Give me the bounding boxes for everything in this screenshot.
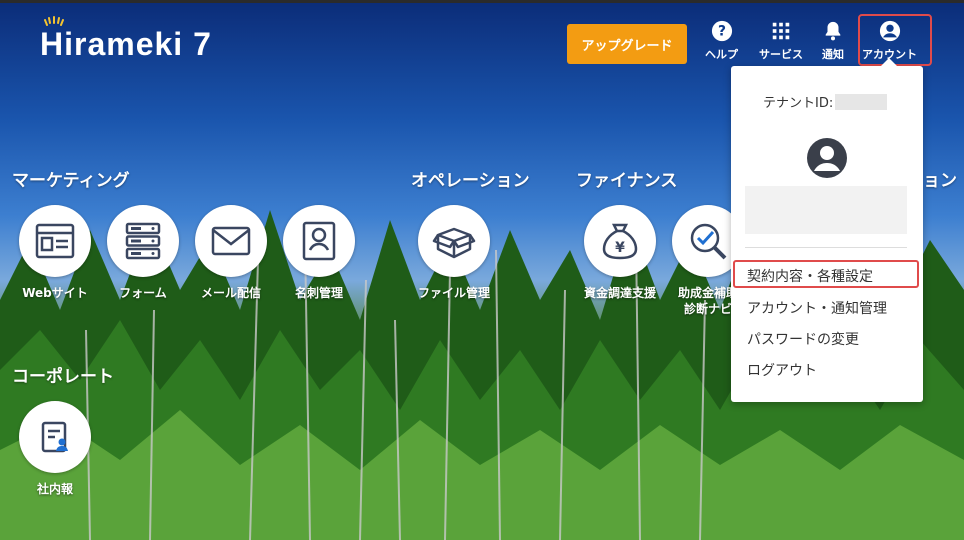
- app-mail[interactable]: メール配信: [186, 205, 276, 301]
- server-stack-icon: [125, 222, 161, 260]
- tenant-id-label: テナントID:: [763, 96, 834, 111]
- app-file[interactable]: ファイル管理: [409, 205, 499, 301]
- section-finance-title: ファイナンス: [576, 171, 678, 191]
- user-name-redacted: [745, 186, 907, 234]
- app-news-circle: [19, 401, 91, 473]
- help-label: ヘルプ: [705, 48, 738, 61]
- hirameki-logo[interactable]: Hirameki 7: [40, 16, 212, 63]
- section-operation-title: オペレーション: [411, 171, 530, 191]
- app-news[interactable]: 社内報: [10, 401, 100, 497]
- svg-text:¥: ¥: [615, 240, 625, 256]
- app-mail-circle: [195, 205, 267, 277]
- app-card-label: 名刺管理: [294, 286, 343, 300]
- id-card-icon: [302, 221, 336, 261]
- window-top-edge: [0, 0, 964, 3]
- app-file-circle: [418, 205, 490, 277]
- grid-icon: [772, 22, 790, 40]
- app-card-circle: [283, 205, 355, 277]
- app-funding[interactable]: ¥ 資金調達支援: [575, 205, 665, 301]
- help-button[interactable]: ? ヘルプ: [705, 20, 738, 66]
- upgrade-button[interactable]: アップグレード: [567, 24, 687, 64]
- app-subsidy-label-line1: 助成金補助: [677, 286, 738, 300]
- app-news-label: 社内報: [36, 482, 73, 496]
- app-subsidy-label: 助成金補助 診断ナビ: [678, 285, 738, 317]
- bell-icon: [825, 21, 841, 41]
- account-dropdown: テナントID: 契約内容・各種設定 アカウント・通知管理 パスワードの変更 ログ…: [731, 58, 923, 402]
- app-card[interactable]: 名刺管理: [274, 205, 364, 301]
- logo-text: Hirameki 7: [40, 26, 212, 62]
- notifications-label: 通知: [822, 48, 844, 61]
- logo-sun-icon: [44, 16, 64, 26]
- section-marketing-title: マーケティング: [12, 171, 130, 191]
- dropdown-divider: [745, 247, 907, 248]
- app-web-circle: [19, 205, 91, 277]
- money-bag-icon: ¥: [602, 223, 638, 260]
- app-form-label: フォーム: [119, 286, 167, 300]
- menu-logout[interactable]: ログアウト: [747, 360, 817, 380]
- tenant-id: テナントID:: [763, 92, 888, 111]
- app-funding-label: 資金調達支援: [583, 286, 656, 300]
- newsletter-icon: [41, 421, 68, 453]
- menu-account-notifications[interactable]: アカウント・通知管理: [747, 298, 887, 318]
- browser-window-icon: [35, 223, 75, 259]
- app-form[interactable]: フォーム: [98, 205, 188, 301]
- app-form-circle: [107, 205, 179, 277]
- section-corporate-title: コーポレート: [12, 367, 114, 387]
- app-funding-circle: ¥: [584, 205, 656, 277]
- app-mail-label: メール配信: [200, 286, 261, 300]
- contract-settings-highlight-box: [733, 260, 919, 288]
- svg-text:?: ?: [718, 24, 726, 40]
- app-subsidy-label-line2: 診断ナビ: [683, 302, 732, 316]
- services-button[interactable]: サービス: [759, 20, 803, 66]
- help-icon: ?: [711, 20, 732, 42]
- notifications-button[interactable]: 通知: [822, 20, 844, 66]
- envelope-icon: [211, 226, 251, 256]
- services-label: サービス: [759, 48, 803, 61]
- open-box-icon: [432, 227, 476, 259]
- tenant-id-redacted: [835, 93, 888, 110]
- menu-change-password[interactable]: パスワードの変更: [747, 329, 859, 349]
- user-avatar-icon: [807, 138, 847, 178]
- app-web-label: Webサイト: [22, 286, 88, 300]
- section-partial-title: ョン: [923, 171, 957, 191]
- app-file-label: ファイル管理: [417, 286, 490, 300]
- magnifier-check-icon: [690, 223, 727, 260]
- app-web[interactable]: Webサイト: [10, 205, 100, 301]
